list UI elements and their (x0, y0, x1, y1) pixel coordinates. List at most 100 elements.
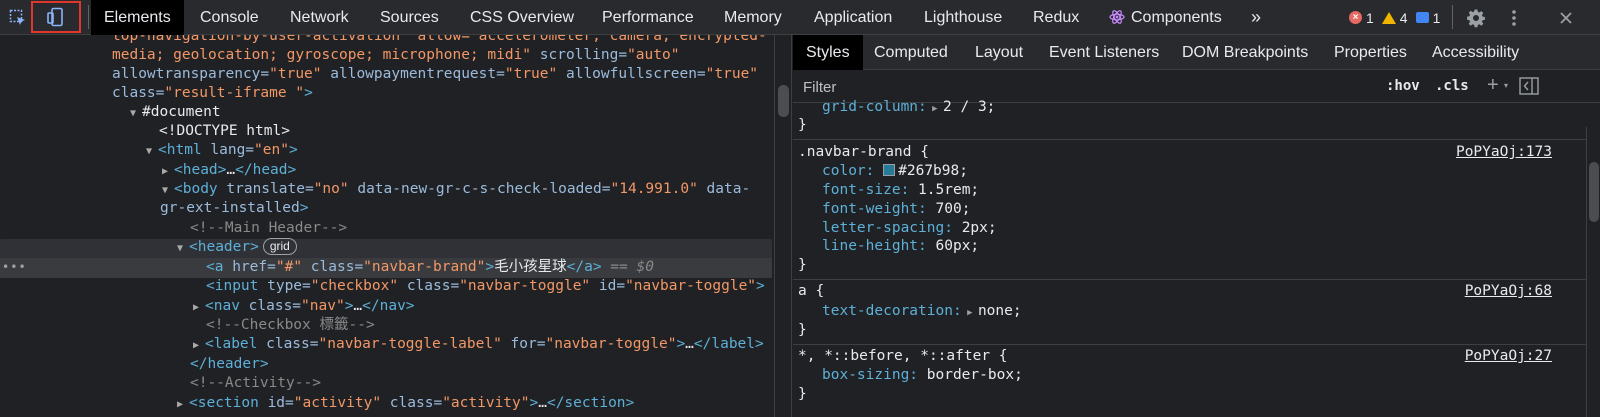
dom-line-body[interactable]: ▼ <body translate="no" data-new-gr-c-s-ch… (162, 180, 750, 200)
css-value: none; (977, 303, 1022, 319)
tag: > (485, 259, 495, 275)
tab-sources[interactable]: Sources (380, 0, 439, 35)
tab-layout[interactable]: Layout (975, 35, 1023, 70)
close-icon[interactable] (1552, 4, 1580, 31)
scrollbar-thumb[interactable] (1589, 162, 1599, 222)
dom-line-comment[interactable]: <!--Checkbox 標籤--> (206, 316, 375, 336)
node-name: #document (142, 104, 221, 120)
expand-triangle-icon[interactable]: ▼ (146, 142, 158, 162)
toggle-sidebar-icon[interactable] (1519, 77, 1539, 100)
tab-elements[interactable]: Elements (91, 0, 184, 35)
dom-line-html[interactable]: ▼ <html lang="en"> (146, 141, 298, 161)
toolbar-divider (88, 5, 89, 29)
hover-highlight (0, 239, 772, 259)
device-toolbar-icon[interactable] (31, 1, 81, 33)
dom-line-nav[interactable]: ▶ <nav class="nav">…</nav> (193, 297, 415, 317)
rule-close: } (798, 117, 807, 133)
color-swatch[interactable] (883, 164, 896, 176)
tab-css-overview[interactable]: CSS Overview (470, 0, 574, 35)
tab-computed[interactable]: Computed (874, 35, 948, 70)
elements-scrollbar[interactable] (774, 35, 792, 417)
styles-scrollbar[interactable] (1586, 127, 1600, 417)
expand-triangle-icon[interactable]: ▼ (130, 104, 142, 124)
comment: <!--Activity--> (190, 375, 321, 391)
style-decl[interactable]: font-weight: 700; (822, 200, 970, 219)
error-icon: × (1349, 11, 1362, 24)
tag: </section> (546, 395, 635, 411)
css-value: 2 / 3; (943, 99, 996, 115)
expand-triangle-icon[interactable]: ▼ (162, 181, 174, 201)
inspect-element-icon[interactable] (4, 4, 32, 31)
issues-counter[interactable]: × 1 4 1 (1349, 0, 1440, 35)
dom-line[interactable]: class="result-iframe "> (112, 84, 313, 104)
tab-redux[interactable]: Redux (1033, 0, 1079, 35)
attr-value: top-navigation-by-user-activation" allow… (112, 35, 767, 44)
more-tabs-icon[interactable]: » (1251, 0, 1261, 35)
collapse-triangle-icon[interactable]: ▶ (162, 162, 174, 182)
dom-line-doctype[interactable]: <!DOCTYPE html> (159, 122, 290, 142)
dom-line-header[interactable]: ▼ <header> grid (177, 238, 297, 258)
tab-dom-breakpoints[interactable]: DOM Breakpoints (1182, 35, 1308, 70)
attr-value: "no" (313, 181, 349, 197)
dom-line-body-cont[interactable]: gr-ext-installed> (160, 199, 308, 219)
style-decl[interactable]: grid-column: ▶ 2 / 3; (822, 98, 995, 119)
dom-line[interactable]: allowtransparency="true" allowpaymentreq… (112, 65, 758, 85)
kebab-menu-icon[interactable] (1500, 4, 1528, 31)
tab-event-listeners[interactable]: Event Listeners (1049, 35, 1159, 70)
more-actions-icon[interactable]: ••• (2, 258, 27, 278)
style-decl[interactable]: color: #267b98; (822, 162, 968, 181)
dropdown-caret-icon[interactable]: ▾ (1504, 81, 1508, 90)
tab-network[interactable]: Network (290, 0, 349, 35)
attr-name: class= (257, 336, 319, 352)
filter-input[interactable] (795, 74, 1375, 100)
tab-components[interactable]: Components (1109, 0, 1222, 35)
rule-source-link[interactable]: PoPYaOj:27 (1465, 347, 1552, 366)
style-decl[interactable]: letter-spacing: 2px; (822, 219, 997, 238)
rule-selector[interactable]: *, *::before, *::after { (798, 347, 1008, 366)
tab-memory[interactable]: Memory (724, 0, 782, 35)
dom-line-section[interactable]: ▶ <section id="activity" class="activity"… (177, 394, 634, 414)
dom-line-a-selected[interactable]: <a href="#" class="navbar-brand">毛小孩星球</… (206, 258, 654, 278)
tab-console[interactable]: Console (200, 0, 259, 35)
style-decl[interactable]: box-sizing: border-box; (822, 366, 1023, 385)
dom-line-header-close[interactable]: </header> (190, 355, 269, 375)
css-property: grid-column: (822, 99, 927, 115)
tab-accessibility[interactable]: Accessibility (1432, 35, 1519, 70)
rule-selector[interactable]: .navbar-brand { (798, 143, 929, 162)
rule-source-link[interactable]: PoPYaOj:68 (1465, 282, 1552, 301)
ellipsis: … (685, 336, 694, 352)
rule-source-link[interactable]: PoPYaOj:173 (1456, 143, 1552, 162)
collapse-triangle-icon[interactable]: ▶ (193, 298, 205, 318)
dom-line[interactable]: top-navigation-by-user-activation" allow… (112, 35, 767, 47)
tab-styles[interactable]: Styles (793, 35, 863, 70)
tab-application[interactable]: Application (814, 0, 892, 35)
dom-line-comment[interactable]: <!--Main Header--> (190, 219, 347, 239)
dom-line-label[interactable]: ▶ <label class="navbar-toggle-label" for=… (193, 335, 764, 355)
tab-lighthouse[interactable]: Lighthouse (924, 0, 1002, 35)
style-decl[interactable]: line-height: 60px; (822, 237, 979, 256)
cls-toggle[interactable]: .cls (1435, 78, 1469, 94)
expand-triangle-icon[interactable]: ▼ (177, 239, 189, 259)
new-rule-icon[interactable]: + (1487, 74, 1499, 97)
hov-toggle[interactable]: :hov (1386, 78, 1420, 94)
tab-performance[interactable]: Performance (602, 0, 694, 35)
dom-line-comment[interactable]: <!--Activity--> (190, 374, 321, 394)
collapse-triangle-icon[interactable]: ▶ (177, 395, 189, 415)
dom-line-input[interactable]: <input type="checkbox" class="navbar-tog… (206, 277, 765, 297)
scrollbar-thumb[interactable] (778, 85, 789, 117)
style-decl[interactable]: font-size: 1.5rem; (822, 181, 979, 200)
tag: <body (174, 181, 218, 197)
dom-line-document[interactable]: ▼ #document (130, 103, 221, 123)
dom-line-head[interactable]: ▶ <head>…</head> (162, 161, 296, 181)
rule-selector[interactable]: a { (798, 282, 824, 301)
dom-line[interactable]: media; geolocation; gyroscope; microphon… (112, 46, 679, 66)
tab-properties[interactable]: Properties (1334, 35, 1407, 70)
grid-badge[interactable]: grid (262, 238, 297, 255)
style-decl[interactable]: text-decoration: ▶ none; (822, 302, 1022, 323)
ellipsis: … (226, 162, 236, 178)
selected-marker: == $0 (601, 259, 654, 275)
collapse-triangle-icon[interactable]: ▶ (193, 336, 205, 356)
styles-sidebar: Styles Computed Layout Event Listeners D… (793, 35, 1600, 417)
attr-name: class= (239, 298, 302, 314)
gear-icon[interactable] (1462, 4, 1490, 31)
